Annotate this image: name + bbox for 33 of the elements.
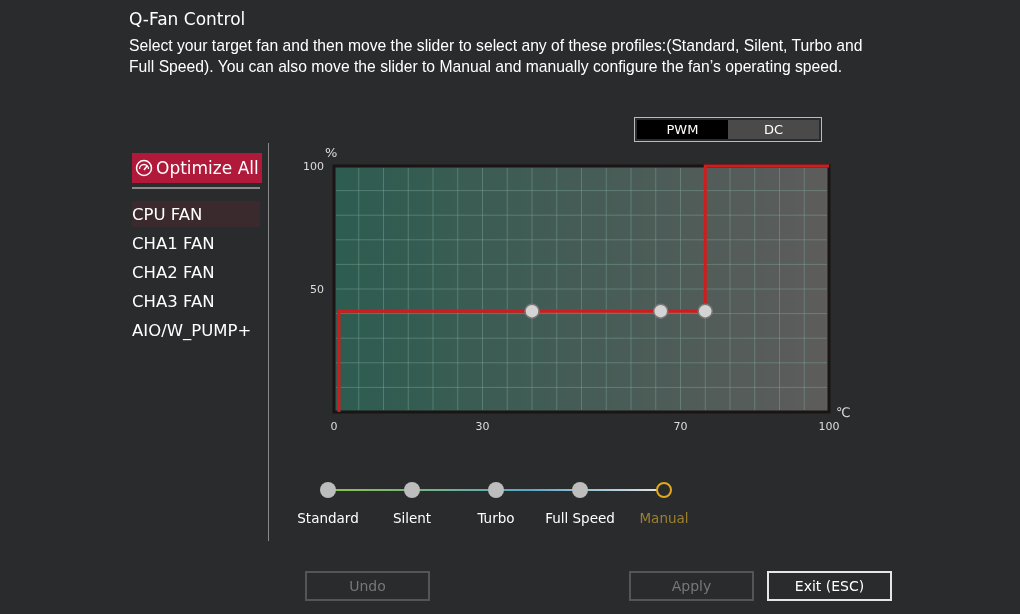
curve-point-handle[interactable] [697, 303, 713, 319]
fan-item[interactable]: AIO/W_PUMP+ [132, 317, 260, 343]
y-tick-label: 100 [303, 160, 324, 173]
profile-knob[interactable] [320, 482, 336, 498]
mode-tab[interactable]: PWM [637, 120, 728, 139]
fan-item[interactable]: CPU FAN [132, 201, 260, 227]
y-axis-unit: % [325, 145, 338, 160]
curve-point-handle[interactable] [652, 303, 669, 319]
x-tick-label: 100 [818, 420, 840, 433]
optimize-all-button[interactable]: Optimize All [132, 153, 262, 183]
profile-knob[interactable] [404, 482, 420, 498]
profile-label[interactable]: Turbo [477, 510, 515, 526]
page-title: Q-Fan Control [129, 9, 247, 31]
x-tick-label: 0 [330, 420, 338, 433]
curve-point-handle[interactable] [524, 303, 540, 319]
y-tick-label: 50 [310, 283, 324, 296]
profile-knob[interactable] [488, 482, 504, 498]
profile-knob[interactable] [572, 482, 588, 498]
fan-item[interactable]: CHA2 FAN [132, 259, 260, 285]
mode-tab[interactable]: DC [728, 120, 819, 139]
profile-label[interactable]: Standard [297, 510, 359, 526]
fan-item[interactable]: CHA1 FAN [132, 230, 260, 256]
description-text: Select your target fan and then move the slider to select any of these profiles:(Standard, Silent, Turbo and Full Speed). You can also move the slider to Manual and manually configure the fan’s operating speed. [129, 36, 864, 77]
profile-knob[interactable] [656, 482, 672, 498]
profile-label[interactable]: Manual [639, 510, 689, 526]
footer-button[interactable]: Exit (ESC) [767, 571, 892, 601]
x-axis-unit: ℃ [836, 405, 851, 420]
profile-label[interactable]: Silent [392, 510, 432, 526]
x-tick-label: 30 [475, 420, 490, 433]
x-tick-label: 70 [673, 420, 688, 433]
gauge-icon [135, 159, 153, 177]
profile-label[interactable]: Full Speed [545, 510, 615, 526]
fan-item[interactable]: CHA3 FAN [132, 288, 260, 314]
